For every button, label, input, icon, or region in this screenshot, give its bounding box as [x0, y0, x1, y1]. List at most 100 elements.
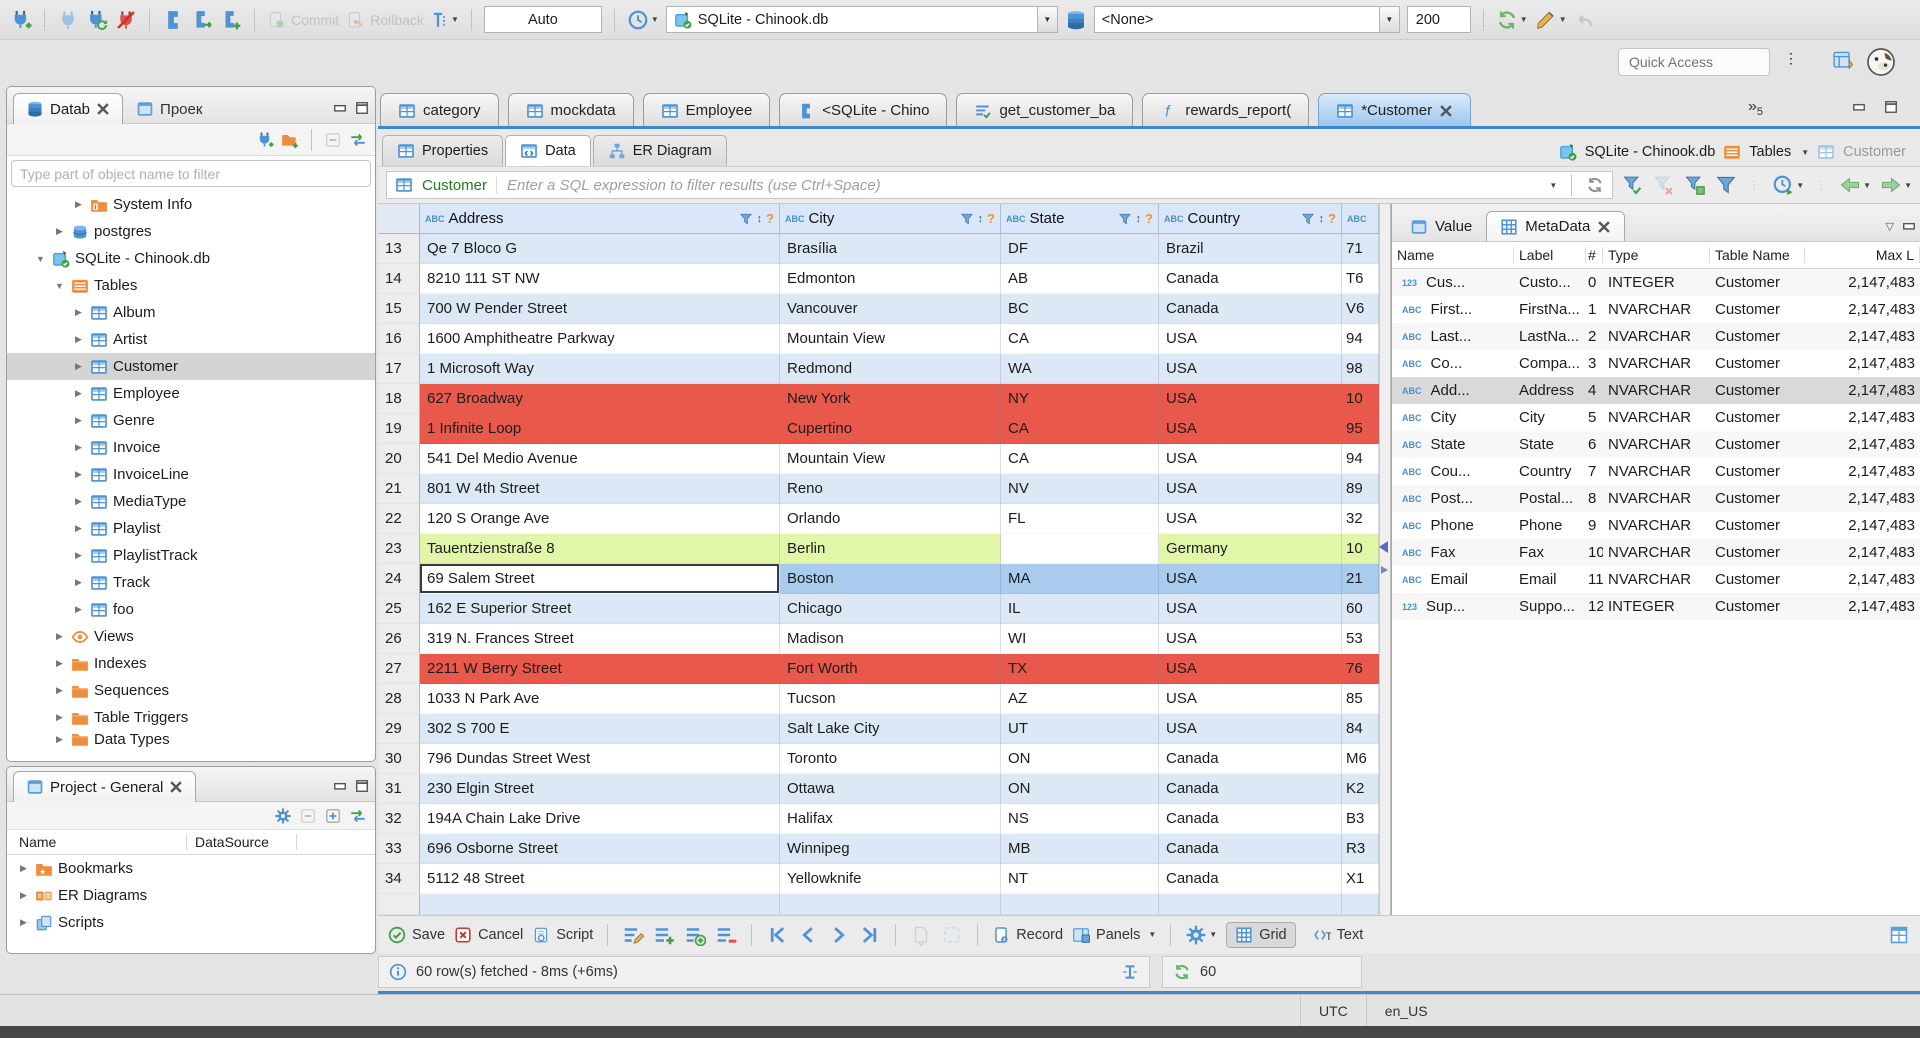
- tree-item[interactable]: ▶ Indexes: [7, 650, 375, 677]
- result-subtab[interactable]: Properties: [382, 135, 504, 166]
- cell-city[interactable]: New York: [780, 384, 1001, 414]
- tree-expand-arrow[interactable]: ▶: [72, 199, 85, 210]
- refresh-icon[interactable]: [1173, 963, 1191, 981]
- tree-expand-arrow[interactable]: ▶: [72, 388, 85, 399]
- cell-postalcode[interactable]: 32: [1342, 504, 1379, 534]
- remove-filter-icon[interactable]: [1653, 174, 1675, 196]
- tree-expand-arrow[interactable]: ▶: [72, 496, 85, 507]
- toggle-panel-icon[interactable]: [1888, 924, 1910, 946]
- minimize-icon[interactable]: [333, 779, 347, 793]
- cell-postalcode[interactable]: 60: [1342, 594, 1379, 624]
- cell-address[interactable]: 627 Broadway: [420, 384, 780, 414]
- row-number[interactable]: 22: [378, 504, 420, 534]
- breadcrumb-connection[interactable]: SQLite - Chinook.db: [1585, 144, 1716, 160]
- cell-city[interactable]: Tucson: [780, 684, 1001, 714]
- next-row-icon[interactable]: [828, 924, 850, 946]
- schema-dropdown-button[interactable]: ▼: [1378, 7, 1399, 32]
- cell-city[interactable]: Orlando: [780, 504, 1001, 534]
- connection-dropdown-button[interactable]: ▼: [1036, 7, 1057, 32]
- cell-address[interactable]: 69 Salem Street: [420, 564, 780, 594]
- column-sort-icon[interactable]: ↕: [1319, 213, 1325, 225]
- cell-postalcode[interactable]: R3: [1342, 834, 1379, 864]
- new-connection-icon[interactable]: [10, 9, 32, 31]
- cell-address[interactable]: 120 S Orange Ave: [420, 504, 780, 534]
- tab-projects[interactable]: Проек: [123, 93, 215, 124]
- timezone-indicator[interactable]: UTC: [1300, 995, 1366, 1026]
- previous-results-button[interactable]: ▼: [1839, 174, 1871, 196]
- tree-expand-arrow[interactable]: ▶: [53, 734, 66, 745]
- row-number[interactable]: 14: [378, 264, 420, 294]
- cell-state[interactable]: MA: [1001, 564, 1159, 594]
- cell-state[interactable]: FL: [1001, 504, 1159, 534]
- cancel-button[interactable]: Cancel: [454, 926, 523, 944]
- tree-item[interactable]: ▶ Genre: [7, 407, 375, 434]
- cell-state[interactable]: BC: [1001, 294, 1159, 324]
- editor-tab[interactable]: f rewards_report(: [1142, 93, 1310, 127]
- fetch-next-page-icon[interactable]: [910, 924, 932, 946]
- tree-item[interactable]: ▶ Invoice: [7, 434, 375, 461]
- cell-country[interactable]: USA: [1159, 354, 1342, 384]
- tree-item[interactable]: ▶ Artist: [7, 326, 375, 353]
- grid-column-header[interactable]: ABC State ↕ ?: [1001, 204, 1159, 233]
- cell-state[interactable]: NY: [1001, 384, 1159, 414]
- grid-scrollbar[interactable]: [1379, 204, 1391, 915]
- tree-expand-arrow[interactable]: ▶: [53, 658, 66, 669]
- cell-country[interactable]: USA: [1159, 414, 1342, 444]
- duplicate-row-icon[interactable]: [684, 924, 707, 946]
- cell-country[interactable]: USA: [1159, 594, 1342, 624]
- cell-country[interactable]: USA: [1159, 504, 1342, 534]
- tree-expand-arrow[interactable]: ▶: [72, 604, 85, 615]
- cell-city[interactable]: Fort Worth: [780, 654, 1001, 684]
- cell-country[interactable]: USA: [1159, 564, 1342, 594]
- cell-state[interactable]: UT: [1001, 714, 1159, 744]
- commit-button[interactable]: Commit: [267, 11, 339, 29]
- cell-state[interactable]: CA: [1001, 414, 1159, 444]
- tree-expand-arrow[interactable]: ▶: [72, 577, 85, 588]
- editor-tab[interactable]: category: [380, 93, 499, 127]
- tree-item[interactable]: ▶ Sequences: [7, 677, 375, 704]
- cell-postalcode[interactable]: 76: [1342, 654, 1379, 684]
- tree-expand-arrow[interactable]: ▶: [17, 863, 30, 874]
- cell-city[interactable]: Redmond: [780, 354, 1001, 384]
- maximize-icon[interactable]: [1884, 100, 1898, 114]
- next-results-button[interactable]: ▼: [1880, 174, 1912, 196]
- cell-postalcode[interactable]: 10: [1342, 534, 1379, 564]
- row-number[interactable]: 32: [378, 804, 420, 834]
- cell-city[interactable]: Mountain View: [780, 324, 1001, 354]
- cell-address[interactable]: 1 Microsoft Way: [420, 354, 780, 384]
- link-with-editor-icon[interactable]: [349, 807, 367, 825]
- close-icon[interactable]: [1597, 220, 1611, 234]
- cell-postalcode[interactable]: 21: [1342, 564, 1379, 594]
- row-number[interactable]: 19: [378, 414, 420, 444]
- cell-country[interactable]: Canada: [1159, 834, 1342, 864]
- cell-postalcode[interactable]: 85: [1342, 684, 1379, 714]
- row-number[interactable]: 21: [378, 474, 420, 504]
- row-number[interactable]: 15: [378, 294, 420, 324]
- tree-item[interactable]: ▼ Tables: [7, 272, 375, 299]
- apply-filter-icon[interactable]: [1622, 174, 1644, 196]
- tab-database-navigator[interactable]: Datab: [13, 93, 124, 124]
- row-number[interactable]: 28: [378, 684, 420, 714]
- grid-column-header[interactable]: ABC Address ↕ ?: [420, 204, 780, 233]
- cell-country[interactable]: Canada: [1159, 864, 1342, 894]
- disconnect-icon[interactable]: [115, 9, 137, 31]
- reconnect-icon[interactable]: [86, 9, 108, 31]
- cell-state[interactable]: WI: [1001, 624, 1159, 654]
- last-row-icon[interactable]: [859, 924, 881, 946]
- save-filter-icon[interactable]: [1684, 174, 1706, 196]
- filter-expression-field[interactable]: Customer Enter a SQL expression to filte…: [386, 171, 1614, 199]
- cell-city[interactable]: Madison: [780, 624, 1001, 654]
- cell-country[interactable]: USA: [1159, 654, 1342, 684]
- save-button[interactable]: Save: [388, 926, 445, 944]
- cell-postalcode[interactable]: B3: [1342, 804, 1379, 834]
- column-sort-icon[interactable]: ↕: [1136, 213, 1142, 225]
- edit-cell-icon[interactable]: [622, 924, 645, 946]
- cell-country[interactable]: USA: [1159, 684, 1342, 714]
- breadcrumb-container[interactable]: Tables: [1749, 144, 1791, 160]
- custom-filter-icon[interactable]: [1715, 174, 1737, 196]
- metadata-row[interactable]: ABC Cou... Country 7 NVARCHAR Customer 2,…: [1392, 458, 1920, 485]
- sql-editor-icon[interactable]: [162, 9, 184, 31]
- row-number[interactable]: 18: [378, 384, 420, 414]
- metadata-row[interactable]: 123 Sup... Suppo... 12 INTEGER Customer 2…: [1392, 593, 1920, 620]
- cell-city[interactable]: Edmonton: [780, 264, 1001, 294]
